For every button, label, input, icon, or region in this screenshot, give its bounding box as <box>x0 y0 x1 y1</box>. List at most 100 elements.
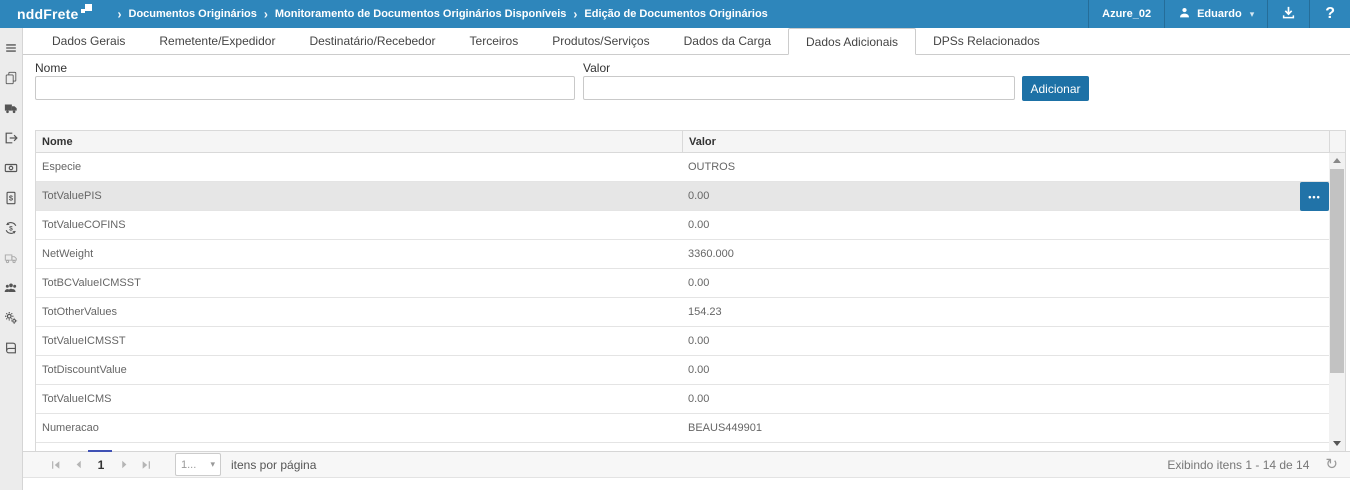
header-filler-cell <box>1329 131 1345 152</box>
cell-nome: TotOtherValues <box>36 298 682 326</box>
column-header-nome[interactable]: Nome <box>36 131 682 152</box>
cell-valor: 0.00 <box>682 356 1345 384</box>
scrollbar-thumb[interactable] <box>1330 169 1344 373</box>
invoice-icon: $ <box>4 191 18 205</box>
cell-valor: 0.00 <box>682 385 1345 413</box>
tab-remetente-expedidor[interactable]: Remetente/Expedidor <box>142 28 292 54</box>
tab-dados-gerais[interactable]: Dados Gerais <box>35 28 142 54</box>
settings-icon <box>4 311 18 325</box>
table-row[interactable]: TotDiscountValue0.00 <box>36 356 1345 385</box>
cell-nome: TotValueICMSST <box>36 327 682 355</box>
currency-exchange-icon: $ <box>4 221 18 235</box>
users-icon <box>4 281 18 295</box>
cell-nome: NetWeight <box>36 240 682 268</box>
sidebar-item-export[interactable] <box>0 123 22 153</box>
scroll-down-arrow-icon <box>1333 441 1341 446</box>
user-menu[interactable]: Eduardo ▾ <box>1164 0 1267 28</box>
cell-valor: 0.00 <box>682 443 1345 451</box>
download-icon <box>1281 5 1296 23</box>
cell-nome: TotDiscountValue <box>36 356 682 384</box>
menu-icon <box>4 41 18 55</box>
table-row[interactable]: NetWeight3360.000 <box>36 240 1345 269</box>
cell-nome: Especie <box>36 153 682 181</box>
scroll-down-button[interactable] <box>1329 436 1345 451</box>
breadcrumb-item[interactable]: Monitoramento de Documentos Originários … <box>275 8 567 20</box>
sidebar-item-menu[interactable] <box>0 33 22 63</box>
sidebar-item-truck[interactable] <box>0 93 22 123</box>
breadcrumb-chevron-icon: › <box>264 6 268 21</box>
cell-valor: 0.00 <box>682 327 1345 355</box>
documents-icon <box>4 71 18 85</box>
sidebar-item-journal[interactable] <box>0 333 22 363</box>
tab-destinat-rio-recebedor[interactable]: Destinatário/Recebedor <box>292 28 452 54</box>
table-row[interactable]: TotValueIPI0.00 <box>36 443 1345 451</box>
tab-terceiros[interactable]: Terceiros <box>453 28 536 54</box>
sidebar-item-documents[interactable] <box>0 63 22 93</box>
previous-page-button[interactable] <box>67 452 89 478</box>
user-icon <box>1178 6 1191 22</box>
journal-icon <box>4 341 18 355</box>
page-size-select[interactable]: 1... ▾ <box>175 453 221 476</box>
valor-input[interactable] <box>583 76 1015 100</box>
pager-status: Exibindo itens 1 - 14 de 14 <box>1167 458 1309 472</box>
cell-valor: OUTROS <box>682 153 1345 181</box>
page-size-value: 1... <box>181 459 196 471</box>
table-row[interactable]: TotValuePIS0.00••• <box>36 182 1345 211</box>
row-actions-button[interactable]: ••• <box>1300 182 1329 211</box>
current-page-indicator <box>88 450 112 452</box>
sidebar-item-truck-outline[interactable] <box>0 243 22 273</box>
user-name: Eduardo <box>1197 8 1242 20</box>
refresh-icon: ↻ <box>1325 456 1338 473</box>
download-button[interactable] <box>1267 0 1309 28</box>
current-page[interactable]: 1 <box>89 458 113 472</box>
sidebar-item-money[interactable] <box>0 153 22 183</box>
tab-produtos-servi-os[interactable]: Produtos/Serviços <box>535 28 666 54</box>
refresh-button[interactable]: ↻ <box>1325 457 1338 472</box>
breadcrumb: › Documentos Originários › Monitoramento de… <box>118 7 768 21</box>
cell-nome: TotValueICMS <box>36 385 682 413</box>
money-icon <box>4 161 18 175</box>
app-logo[interactable]: nddFrete <box>17 1 92 27</box>
scroll-up-button[interactable] <box>1329 153 1345 168</box>
sidebar-item-currency-exchange[interactable]: $ <box>0 213 22 243</box>
pager: 1 1... ▾ itens por página Exibindo itens… <box>23 451 1350 478</box>
adicionar-button[interactable]: Adicionar <box>1022 76 1089 101</box>
left-sidebar: $$ <box>0 28 23 490</box>
environment-badge[interactable]: Azure_02 <box>1088 0 1164 28</box>
cell-valor: 3360.000 <box>682 240 1345 268</box>
first-page-button[interactable] <box>45 452 67 478</box>
cell-nome: TotValueIPI <box>36 443 682 451</box>
sidebar-item-users[interactable] <box>0 273 22 303</box>
sidebar-item-invoice[interactable]: $ <box>0 183 22 213</box>
breadcrumb-chevron-icon: › <box>118 6 122 21</box>
truck-icon <box>4 101 18 115</box>
last-page-button[interactable] <box>135 452 157 478</box>
table-row[interactable]: TotValueICMS0.00 <box>36 385 1345 414</box>
tab-dpss-relacionados[interactable]: DPSs Relacionados <box>916 28 1057 54</box>
vertical-scrollbar[interactable] <box>1329 153 1345 451</box>
help-icon: ? <box>1325 5 1335 23</box>
next-page-button[interactable] <box>113 452 135 478</box>
topbar-right-cluster: Azure_02 Eduardo ▾ ? <box>1088 0 1350 28</box>
column-header-valor[interactable]: Valor <box>682 131 1329 152</box>
tab-dados-adicionais[interactable]: Dados Adicionais <box>788 28 916 55</box>
help-button[interactable]: ? <box>1309 0 1350 28</box>
cell-valor: 154.23 <box>682 298 1345 326</box>
table-row[interactable]: TotOtherValues154.23 <box>36 298 1345 327</box>
table-row[interactable]: TotBCValueICMSST0.00 <box>36 269 1345 298</box>
table-row[interactable]: TotValueCOFINS0.00 <box>36 211 1345 240</box>
breadcrumb-item[interactable]: Edição de Documentos Originários <box>584 8 767 20</box>
table-row[interactable]: NumeracaoBEAUS449901 <box>36 414 1345 443</box>
tab-dados-da-carga[interactable]: Dados da Carga <box>667 28 788 54</box>
table-row[interactable]: EspecieOUTROS <box>36 153 1345 182</box>
cell-valor: 0.00 <box>682 211 1345 239</box>
breadcrumb-item[interactable]: Documentos Originários <box>129 8 257 20</box>
export-icon <box>4 131 18 145</box>
cell-nome: TotValuePIS <box>36 182 682 210</box>
sidebar-item-settings[interactable] <box>0 303 22 333</box>
main-content: Dados GeraisRemetente/ExpedidorDestinatá… <box>23 28 1350 490</box>
nome-input[interactable] <box>35 76 575 100</box>
table-row[interactable]: TotValueICMSST0.00 <box>36 327 1345 356</box>
tabbar: Dados GeraisRemetente/ExpedidorDestinatá… <box>23 28 1350 55</box>
cell-nome: TotBCValueICMSST <box>36 269 682 297</box>
